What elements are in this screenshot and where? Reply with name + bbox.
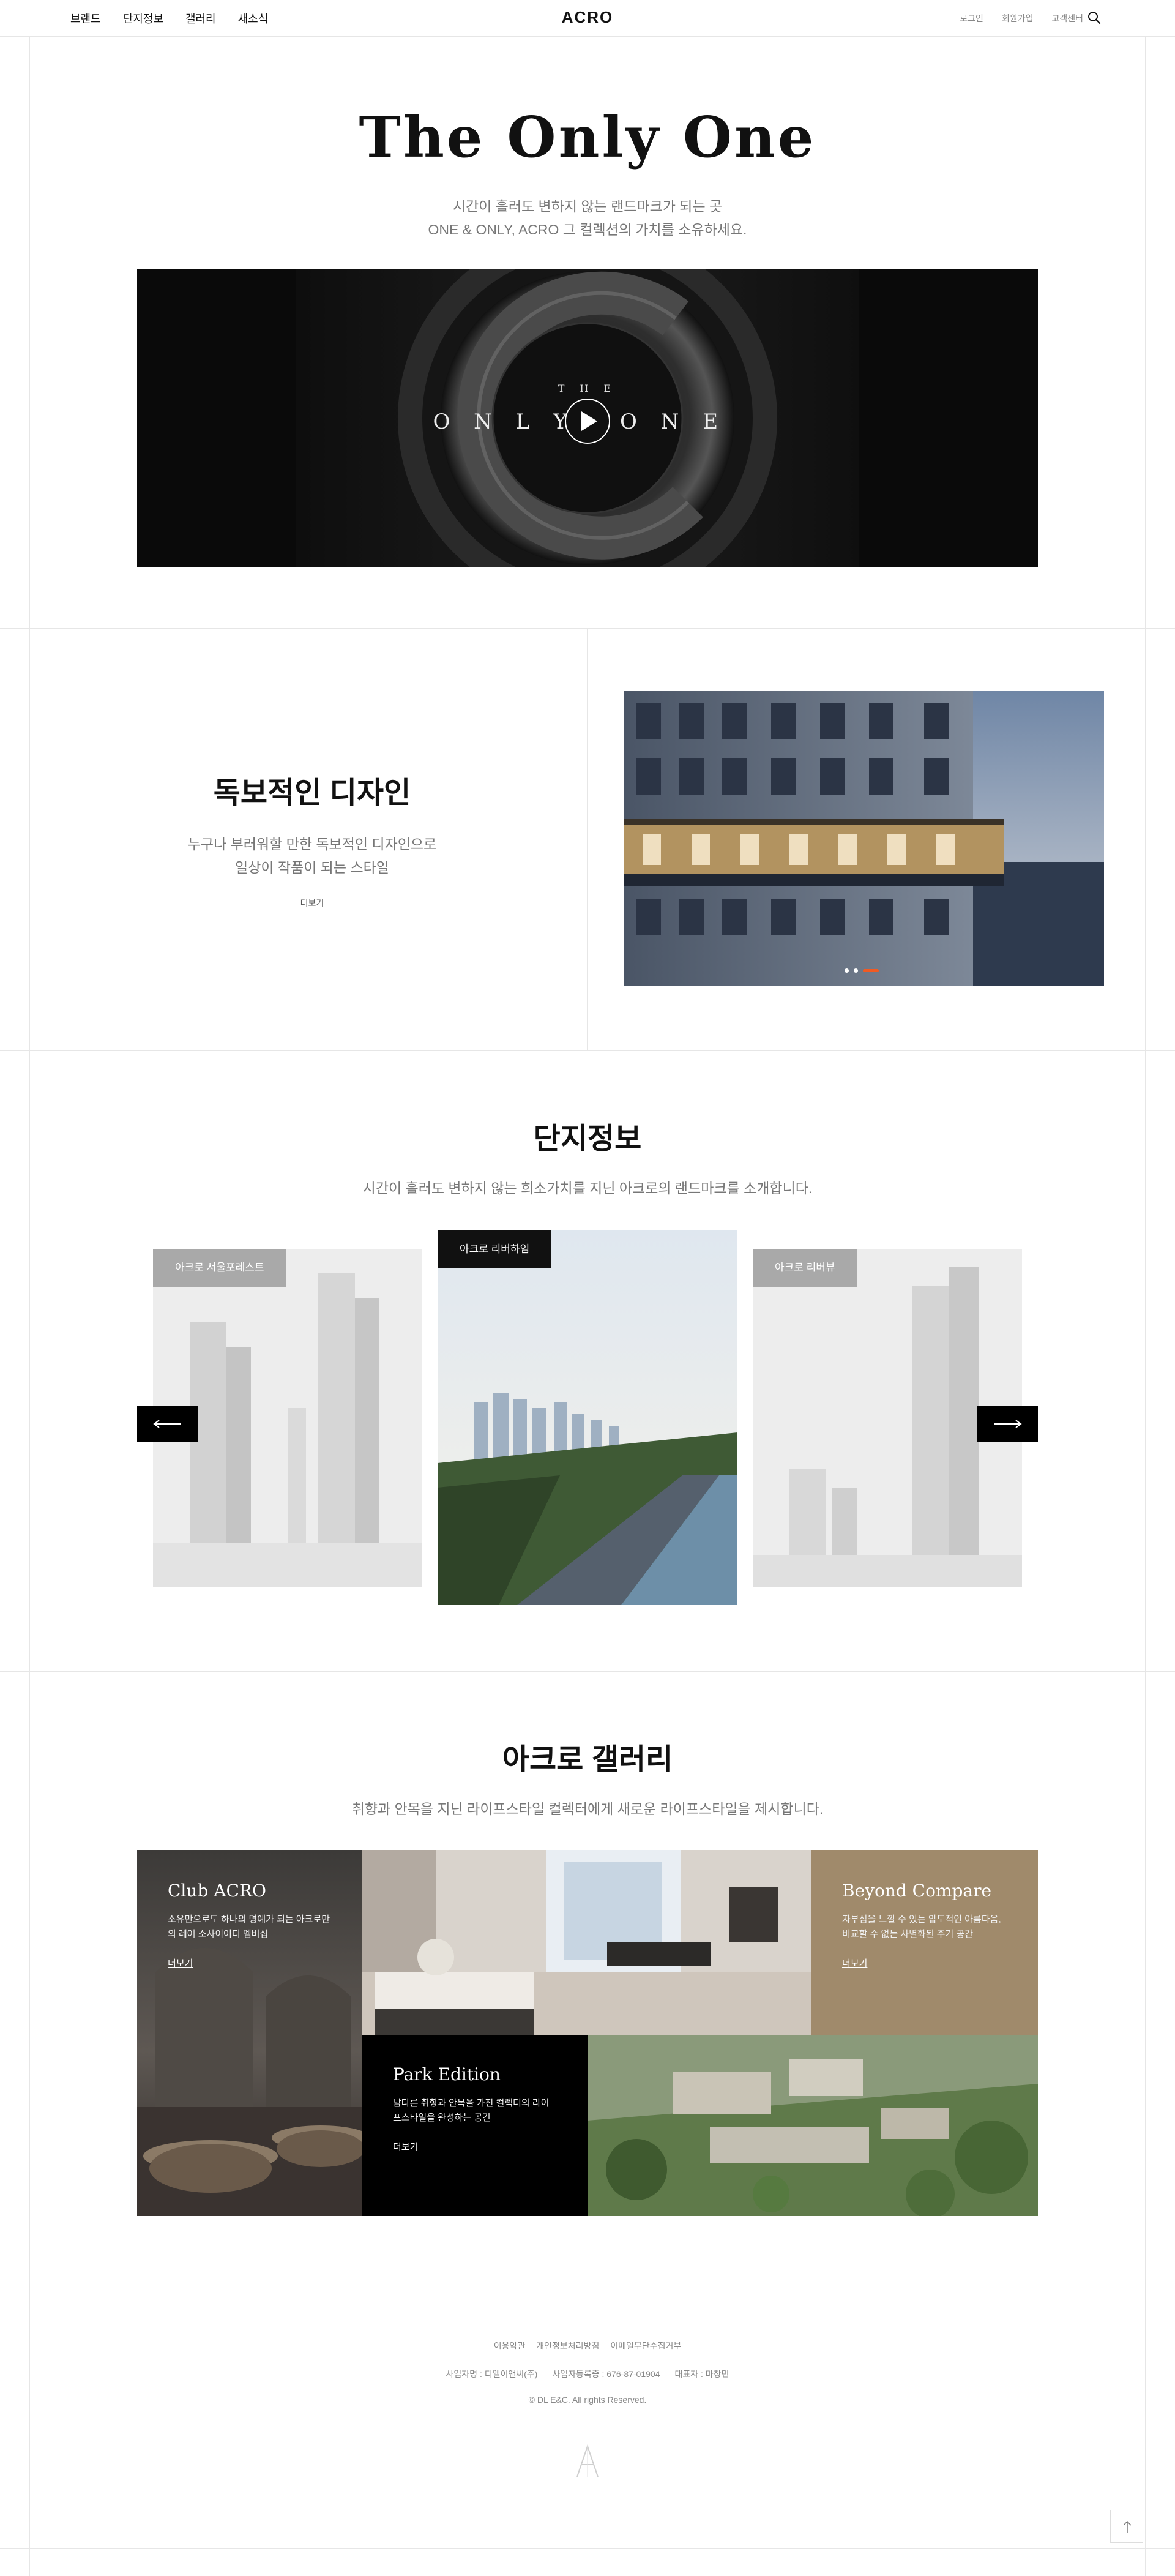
gallery-interior-image[interactable] [362,1850,811,2035]
beyond-compare-title: Beyond Compare [842,1881,992,1901]
design-more-link[interactable]: 더보기 [98,897,526,909]
beyond-compare-more-link[interactable]: 더보기 [842,1956,867,1969]
complex-card-riverheim[interactable]: 아크로 리버하임 [438,1230,737,1605]
section-divider [0,1050,1175,1051]
brand-video[interactable]: T H E O N L Y O N E [137,269,1038,567]
design-desc-line2: 일상이 작품이 되는 스타일 [235,859,389,875]
support-link[interactable]: 고객센터 [1051,12,1083,24]
hero-subtitle-line2: ONE & ONLY, ACRO 그 컬렉션의 가치를 소유하세요. [428,222,747,238]
company-name: 사업자명 : 디엘이앤씨(주) [446,2369,538,2379]
terms-link[interactable]: 이용약관 [494,2340,526,2352]
slide-dot[interactable] [845,968,849,973]
gallery-title: 아크로 갤러리 [502,1743,673,1776]
video-text-the: T H E [558,383,617,394]
hero-subtitle-line1: 시간이 흘러도 변하지 않는 랜드마크가 되는 곳 [452,198,723,214]
footer-company-info: 사업자명 : 디엘이앤씨(주) 사업자등록증 : 676-87-01904 대표… [0,2368,1175,2380]
gallery-park-edition[interactable]: Park Edition 남다른 취향과 안목을 가진 컬렉터의 라이 프스타일… [362,2035,588,2216]
arrow-left-icon [153,1420,181,1428]
gallery-subtitle: 취향과 안목을 지닌 라이프스타일 컬렉터에게 새로운 라이프스타일을 제시합니… [351,1801,824,1817]
complex-card-label: 아크로 서울포레스트 [153,1249,286,1287]
guide-line-left [29,0,30,2576]
acro-emblem-icon [576,2444,599,2477]
video-text-only: O N L Y [433,410,575,434]
site-header: 브랜드 단지정보 갤러리 새소식 ACRO 로그인 회원가입 고객센터 [0,0,1175,37]
signup-link[interactable]: 회원가입 [1002,12,1034,24]
club-acro-desc-2: 의 레어 소사이어티 멤버십 [168,1929,269,1939]
park-edition-desc-2: 프스타일을 완성하는 공간 [393,2113,491,2123]
footer-links: 이용약관 개인정보처리방침 이메일무단수집거부 [0,2340,1175,2352]
club-acro-desc-1: 소유만으로도 하나의 명예가 되는 아크로만 [168,1914,330,1925]
park-edition-title: Park Edition [393,2064,501,2084]
prev-arrow-button[interactable] [137,1406,198,1442]
complex-title: 단지정보 [533,1123,642,1155]
complex-subtitle: 시간이 흘러도 변하지 않는 희소가치를 지닌 아크로의 랜드마크를 소개합니다… [362,1180,813,1196]
section-divider [0,2548,1175,2549]
beyond-compare-desc-1: 자부심을 느낄 수 있는 압도적인 아름다움, [842,1914,1001,1925]
gallery-beyond-compare[interactable]: Beyond Compare 자부심을 느낄 수 있는 압도적인 아름다움, 비… [811,1850,1038,2035]
section-divider [0,1671,1175,1672]
slide-pagination [845,968,879,973]
business-reg: 사업자등록증 : 676-87-01904 [552,2369,660,2379]
slide-dot[interactable] [854,968,858,973]
design-title: 독보적인 디자인 [213,777,411,809]
scroll-top-button[interactable] [1110,2510,1143,2543]
section-divider [0,628,1175,629]
login-link[interactable]: 로그인 [960,12,983,24]
next-arrow-button[interactable] [977,1406,1038,1442]
arrow-right-icon [994,1420,1022,1428]
email-policy-link[interactable]: 이메일무단수집거부 [610,2340,681,2352]
park-edition-desc-1: 남다른 취향과 안목을 가진 컬렉터의 라이 [393,2098,550,2108]
club-acro-title: Club ACRO [168,1881,266,1901]
beyond-compare-desc-2: 비교할 수 없는 차별화된 주거 공간 [842,1929,974,1939]
copyright: © DL E&C. All rights Reserved. [528,2395,647,2405]
guide-line-right [1145,0,1146,2576]
slide-dot-active[interactable] [863,969,879,972]
complex-card-label: 아크로 리버뷰 [753,1249,857,1287]
design-desc-line1: 누구나 부러워할 만한 독보적인 디자인으로 [187,836,437,852]
design-slide-image [624,691,1104,986]
privacy-link[interactable]: 개인정보처리방침 [536,2340,599,2352]
video-text-one: O N E [620,410,726,434]
park-edition-more-link[interactable]: 더보기 [393,2140,418,2153]
complex-card-label-active: 아크로 리버하임 [438,1230,552,1268]
ceo-name: 대표자 : 마창민 [674,2369,729,2379]
search-icon[interactable] [1087,10,1102,25]
design-divider [587,628,588,1050]
gallery-garden-image[interactable] [588,2035,1038,2216]
arrow-up-icon [1123,2520,1132,2533]
club-acro-more-link[interactable]: 더보기 [168,1956,193,1969]
gallery-club-acro[interactable]: Club ACRO 소유만으로도 하나의 명예가 되는 아크로만 의 레어 소사… [137,1850,362,2216]
hero-title: The Only One [359,104,816,170]
util-nav: 로그인 회원가입 고객센터 [960,12,1083,24]
